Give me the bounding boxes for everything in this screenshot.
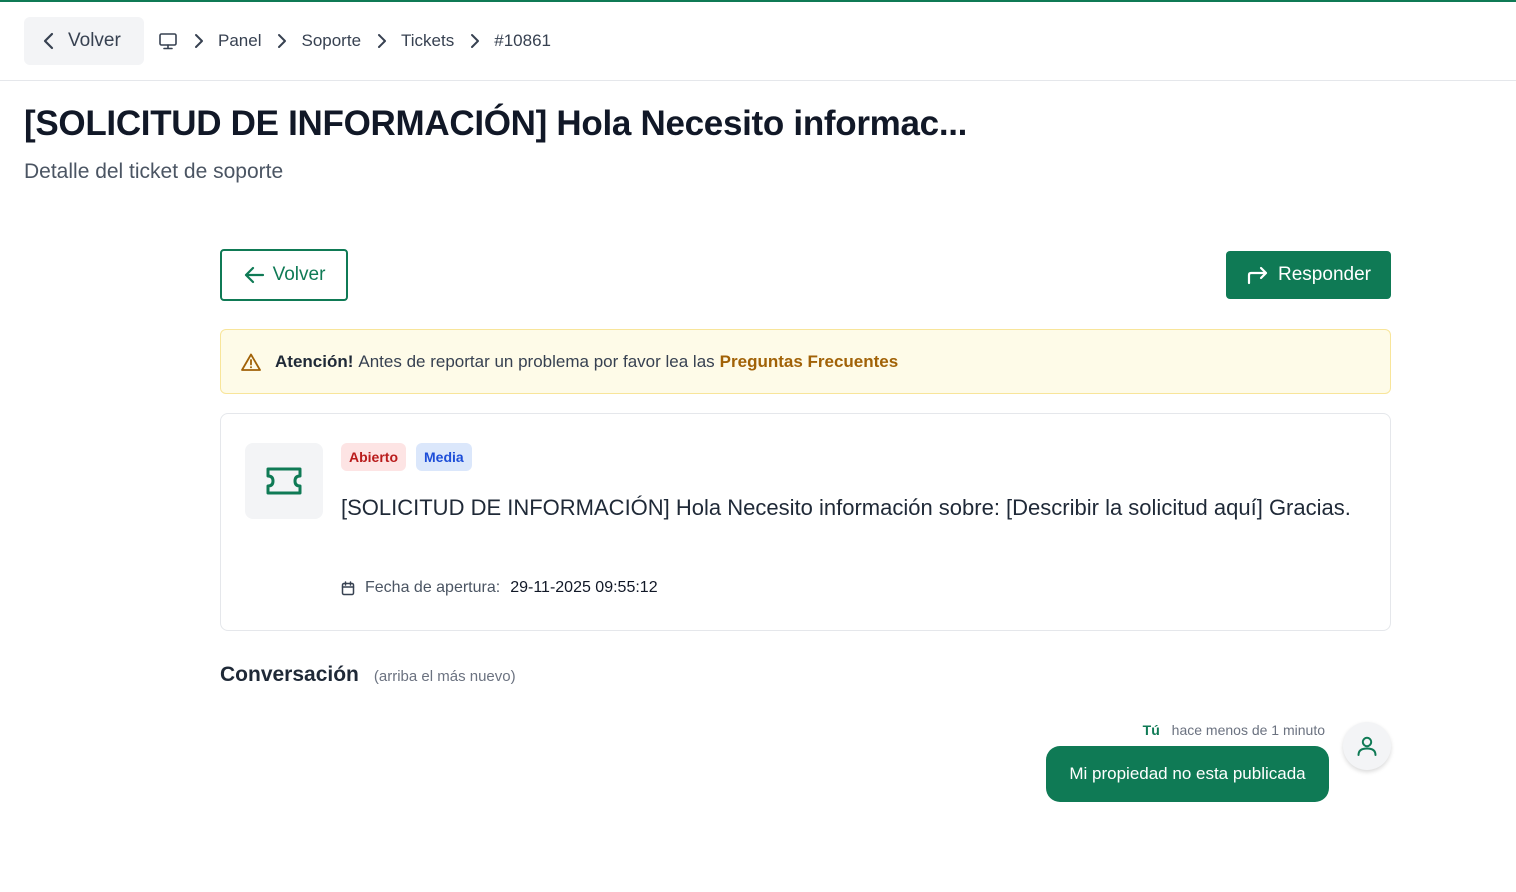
breadcrumb-ticket-id: #10861 — [494, 31, 551, 50]
back-button-label: Volver — [272, 264, 326, 285]
avatar — [1343, 722, 1391, 770]
reply-arrow-icon — [1247, 266, 1268, 285]
reply-button[interactable]: Responder — [1226, 251, 1391, 299]
header-bar: Volver Panel Soporte Tickets #10861 — [0, 2, 1516, 81]
message-meta: Tú hace menos de 1 minuto — [1143, 722, 1325, 738]
status-badge: Abierto — [341, 443, 406, 471]
monitor-icon[interactable] — [158, 31, 178, 51]
user-icon — [1357, 736, 1377, 756]
back-button[interactable]: Volver — [220, 249, 348, 301]
header-back-label: Volver — [68, 30, 121, 51]
date-value: 29-11-2025 09:55:12 — [510, 579, 658, 596]
alert-text: Antes de reportar un problema por favor … — [358, 351, 715, 371]
chevron-right-icon — [470, 33, 480, 49]
reply-button-label: Responder — [1278, 264, 1371, 285]
ticket-description: [SOLICITUD DE INFORMACIÓN] Hola Necesito… — [341, 495, 1351, 520]
breadcrumb-panel[interactable]: Panel — [218, 31, 261, 51]
breadcrumb-soporte[interactable]: Soporte — [301, 31, 361, 51]
message-time: hace menos de 1 minuto — [1171, 722, 1325, 738]
conversation-heading: Conversación (arriba el más nuevo) — [220, 663, 516, 687]
header-back-button[interactable]: Volver — [24, 17, 144, 65]
faq-alert: Atención! Antes de reportar un problema … — [220, 329, 1391, 394]
breadcrumb-tickets[interactable]: Tickets — [401, 31, 454, 51]
message-bubble: Mi propiedad no esta publicada — [1046, 746, 1329, 802]
ticket-icon — [245, 443, 323, 519]
chevron-right-icon — [194, 33, 204, 49]
ticket-card: Abierto Media [SOLICITUD DE INFORMACIÓN]… — [220, 413, 1391, 631]
chevron-left-icon — [43, 32, 54, 50]
date-label: Fecha de apertura: — [365, 579, 501, 596]
chevron-right-icon — [377, 33, 387, 49]
chevron-right-icon — [277, 33, 287, 49]
page-subtitle: Detalle del ticket de soporte — [24, 160, 284, 183]
faq-link[interactable]: Preguntas Frecuentes — [720, 352, 899, 372]
alert-strong: Atención! — [275, 351, 354, 371]
arrow-left-icon — [244, 266, 264, 284]
ticket-badges: Abierto Media — [341, 443, 472, 471]
warning-triangle-icon — [241, 353, 261, 371]
message-author: Tú — [1142, 722, 1160, 738]
conversation-note: (arriba el más nuevo) — [373, 668, 516, 685]
page-title: [SOLICITUD DE INFORMACIÓN] Hola Necesito… — [24, 104, 968, 143]
breadcrumb: Panel Soporte Tickets #10861 — [158, 17, 551, 65]
calendar-icon — [341, 580, 355, 595]
priority-badge: Media — [416, 443, 472, 471]
ticket-open-date: Fecha de apertura: 29-11-2025 09:55:12 — [341, 579, 658, 597]
conversation-title: Conversación — [220, 663, 359, 686]
